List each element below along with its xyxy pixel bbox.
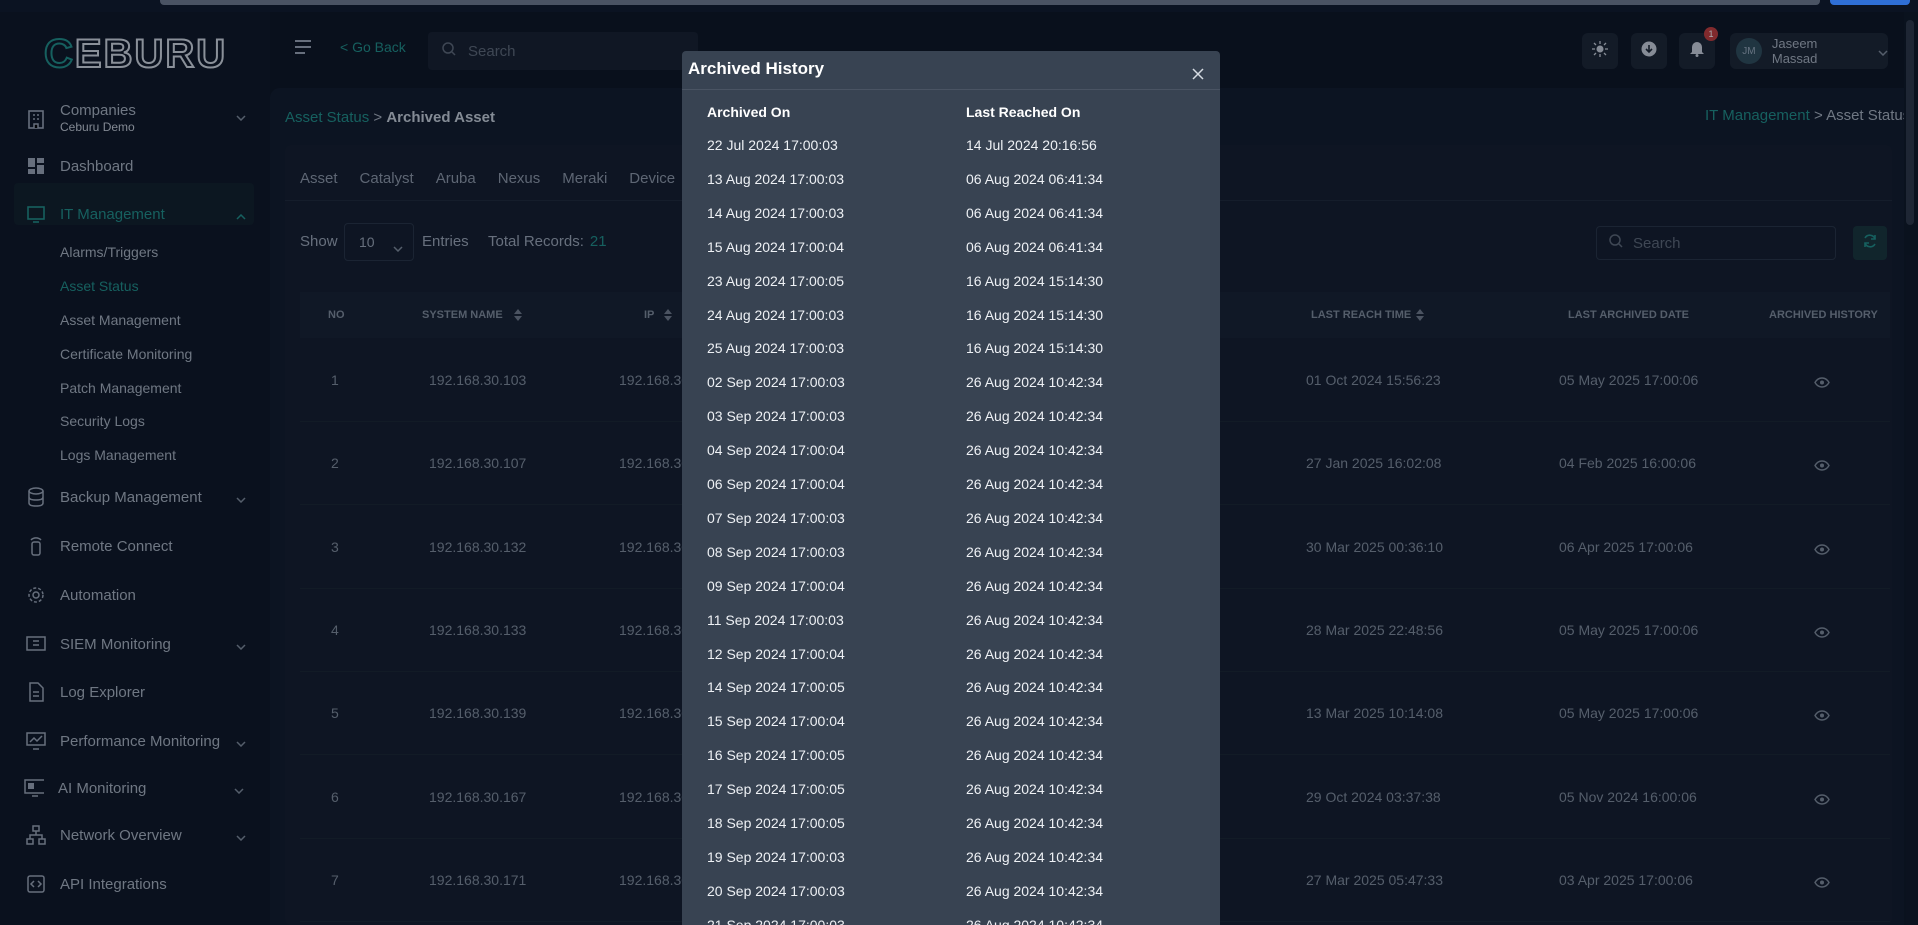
browser-strip bbox=[0, 0, 1918, 12]
archived-on-cell: 22 Jul 2024 17:00:03 bbox=[707, 137, 838, 153]
archived-on-cell: 23 Aug 2024 17:00:05 bbox=[707, 272, 845, 289]
last-reached-cell: 26 Aug 2024 10:42:34 bbox=[966, 848, 1104, 865]
archived-history-modal: Archived History Archived On Last Reache… bbox=[682, 51, 1220, 925]
archived-on-cell: 16 Sep 2024 17:00:05 bbox=[707, 747, 845, 764]
last-reached-cell: 14 Jul 2024 20:16:56 bbox=[966, 137, 1097, 153]
last-reached-cell: 16 Aug 2024 15:14:30 bbox=[966, 306, 1104, 323]
archived-on-cell: 09 Sep 2024 17:00:04 bbox=[707, 577, 845, 594]
last-reached-cell: 06 Aug 2024 06:41:34 bbox=[966, 238, 1104, 255]
last-reached-cell: 26 Aug 2024 10:42:34 bbox=[966, 442, 1104, 459]
archived-on-cell: 14 Aug 2024 17:00:03 bbox=[707, 204, 845, 221]
archived-on-cell: 03 Sep 2024 17:00:03 bbox=[707, 408, 845, 425]
close-icon[interactable] bbox=[1192, 67, 1204, 85]
archived-on-cell: 06 Sep 2024 17:00:04 bbox=[707, 476, 845, 492]
archived-on-cell: 12 Sep 2024 17:00:04 bbox=[707, 645, 845, 662]
last-reached-cell: 26 Aug 2024 10:42:34 bbox=[966, 781, 1104, 798]
archived-on-cell: 15 Aug 2024 17:00:04 bbox=[707, 238, 845, 255]
archived-on-cell: 11 Sep 2024 17:00:03 bbox=[707, 611, 844, 628]
last-reached-cell: 26 Aug 2024 10:42:34 bbox=[966, 374, 1104, 391]
archived-on-cell: 19 Sep 2024 17:00:03 bbox=[707, 848, 845, 865]
modal-title: Archived History bbox=[688, 59, 825, 78]
archived-on-cell: 02 Sep 2024 17:00:03 bbox=[707, 374, 845, 391]
last-reached-cell: 06 Aug 2024 06:41:34 bbox=[966, 204, 1104, 221]
last-reached-cell: 26 Aug 2024 10:42:34 bbox=[966, 916, 1104, 925]
modal-divider bbox=[682, 89, 1220, 90]
last-reached-cell: 26 Aug 2024 10:42:34 bbox=[966, 815, 1104, 831]
last-reached-cell: 26 Aug 2024 10:42:34 bbox=[966, 713, 1104, 730]
archived-on-cell: 14 Sep 2024 17:00:05 bbox=[707, 679, 845, 696]
last-reached-cell: 06 Aug 2024 06:41:34 bbox=[966, 170, 1104, 187]
col-last-reached-on: Last Reached On bbox=[966, 104, 1081, 120]
archived-on-cell: 25 Aug 2024 17:00:03 bbox=[707, 340, 845, 357]
archived-on-cell: 17 Sep 2024 17:00:05 bbox=[707, 781, 845, 798]
last-reached-cell: 26 Aug 2024 10:42:34 bbox=[966, 476, 1104, 492]
last-reached-cell: 26 Aug 2024 10:42:34 bbox=[966, 645, 1104, 662]
last-reached-cell: 26 Aug 2024 10:42:34 bbox=[966, 577, 1104, 594]
last-reached-cell: 26 Aug 2024 10:42:34 bbox=[966, 747, 1104, 764]
archived-on-cell: 15 Sep 2024 17:00:04 bbox=[707, 713, 845, 730]
last-reached-cell: 26 Aug 2024 10:42:34 bbox=[966, 509, 1104, 526]
last-reached-cell: 26 Aug 2024 10:42:34 bbox=[966, 611, 1104, 628]
archived-on-cell: 13 Aug 2024 17:00:03 bbox=[707, 170, 845, 187]
archived-on-cell: 20 Sep 2024 17:00:03 bbox=[707, 882, 845, 899]
last-reached-cell: 26 Aug 2024 10:42:34 bbox=[966, 408, 1104, 425]
last-reached-cell: 16 Aug 2024 15:14:30 bbox=[966, 340, 1104, 357]
archived-on-cell: 21 Sep 2024 17:00:03 bbox=[707, 916, 845, 925]
last-reached-cell: 26 Aug 2024 10:42:34 bbox=[966, 882, 1104, 899]
archived-on-cell: 24 Aug 2024 17:00:03 bbox=[707, 306, 845, 323]
last-reached-cell: 26 Aug 2024 10:42:34 bbox=[966, 679, 1104, 696]
archived-on-cell: 18 Sep 2024 17:00:05 bbox=[707, 815, 845, 831]
last-reached-cell: 16 Aug 2024 15:14:30 bbox=[966, 272, 1104, 289]
archived-on-cell: 04 Sep 2024 17:00:04 bbox=[707, 442, 845, 459]
archived-on-cell: 07 Sep 2024 17:00:03 bbox=[707, 509, 845, 526]
last-reached-cell: 26 Aug 2024 10:42:34 bbox=[966, 543, 1104, 560]
col-archived-on: Archived On bbox=[707, 104, 791, 120]
archived-on-cell: 08 Sep 2024 17:00:03 bbox=[707, 543, 845, 560]
